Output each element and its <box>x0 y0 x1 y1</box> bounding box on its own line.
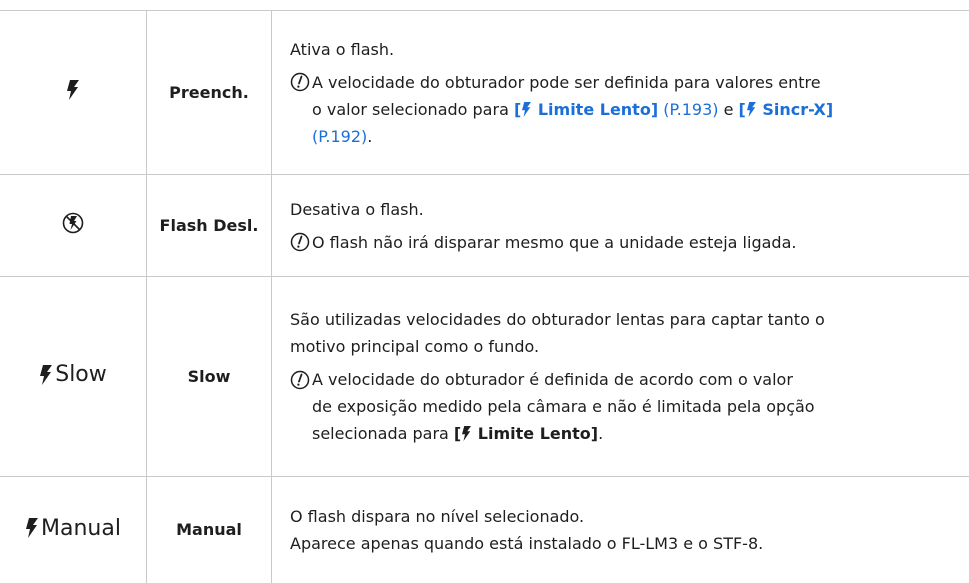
bracket-text: [ <box>454 424 461 443</box>
table-row: Flash Desl. Desativa o flash. O flash nã… <box>0 175 969 277</box>
icon-cell: Slow <box>0 277 147 477</box>
bracket-text: [ <box>514 100 521 119</box>
flash-mode-table: Preench. Ativa o flash. A velocidade do … <box>0 10 969 583</box>
mode-description: O flash dispara no nível selecionado. Ap… <box>272 477 969 583</box>
note-line: A velocidade do obturador é definida de … <box>312 366 956 393</box>
flash-slow-icon: Slow <box>39 362 107 387</box>
mode-name: Slow <box>147 277 272 477</box>
icon-label: Slow <box>55 362 107 387</box>
caution-icon <box>290 229 312 256</box>
caution-icon <box>290 69 312 96</box>
note-text: . <box>598 424 603 443</box>
flash-mode-page: Preench. Ativa o flash. A velocidade do … <box>0 0 969 581</box>
flash-icon <box>461 426 472 441</box>
setting-ref: [ Limite Lento] <box>454 424 598 443</box>
mode-name: Preench. <box>147 11 272 175</box>
description-line: Ativa o flash. <box>290 36 956 63</box>
description-line: São utilizadas velocidades do obturador … <box>290 306 956 333</box>
note-line: (P.192). <box>312 123 956 150</box>
table-row: Manual Manual O flash dispara no nível s… <box>0 477 969 583</box>
table-row: Slow Slow São utilizadas velocidades do … <box>0 277 969 477</box>
caution-icon <box>290 366 312 393</box>
note-line: de exposição medido pela câmara e não é … <box>312 393 956 420</box>
link-text: Limite Lento] <box>532 100 658 119</box>
mode-name: Flash Desl. <box>147 175 272 277</box>
bracket-text: [ <box>739 100 746 119</box>
flash-fill-icon <box>66 81 80 106</box>
mode-name: Manual <box>147 477 272 583</box>
description-line: O flash dispara no nível selecionado. <box>290 503 956 530</box>
note-line: O flash não irá disparar mesmo que a uni… <box>312 229 956 256</box>
mode-description: Desativa o flash. O flash não irá dispar… <box>272 175 969 277</box>
link-text: Sincr-X] <box>757 100 833 119</box>
note-text: o valor selecionado para <box>312 100 514 119</box>
description-line: Desativa o flash. <box>290 196 956 223</box>
mode-description: Ativa o flash. A velocidade do obturador… <box>272 11 969 175</box>
note: O flash não irá disparar mesmo que a uni… <box>290 229 956 256</box>
link-limite-lento[interactable]: [ Limite Lento] (P.193) <box>514 100 719 119</box>
note-line: A velocidade do obturador pode ser defin… <box>312 69 956 96</box>
setting-text: Limite Lento] <box>472 424 598 443</box>
note-text: e <box>719 100 739 119</box>
icon-cell: Manual <box>0 477 147 583</box>
flash-icon <box>746 102 757 117</box>
flash-manual-icon: Manual <box>25 516 121 541</box>
icon-cell <box>0 11 147 175</box>
flash-icon <box>521 102 532 117</box>
mode-description: São utilizadas velocidades do obturador … <box>272 277 969 477</box>
note-text: . <box>367 127 372 146</box>
flash-off-icon <box>62 215 84 240</box>
page-ref: (P.193) <box>658 100 718 119</box>
note: A velocidade do obturador pode ser defin… <box>290 69 956 150</box>
description-line: Aparece apenas quando está instalado o F… <box>290 530 956 557</box>
link-sincr-x[interactable]: [ Sincr-X] <box>739 100 834 119</box>
note-line: o valor selecionado para [ Limite Lento]… <box>312 96 956 123</box>
table-row: Preench. Ativa o flash. A velocidade do … <box>0 11 969 175</box>
note: A velocidade do obturador é definida de … <box>290 366 956 447</box>
page-ref-link[interactable]: (P.192) <box>312 127 367 146</box>
icon-label: Manual <box>41 516 121 541</box>
note-line: selecionada para [ Limite Lento]. <box>312 420 956 447</box>
icon-cell <box>0 175 147 277</box>
description-line: motivo principal como o fundo. <box>290 333 956 360</box>
note-text: selecionada para <box>312 424 454 443</box>
